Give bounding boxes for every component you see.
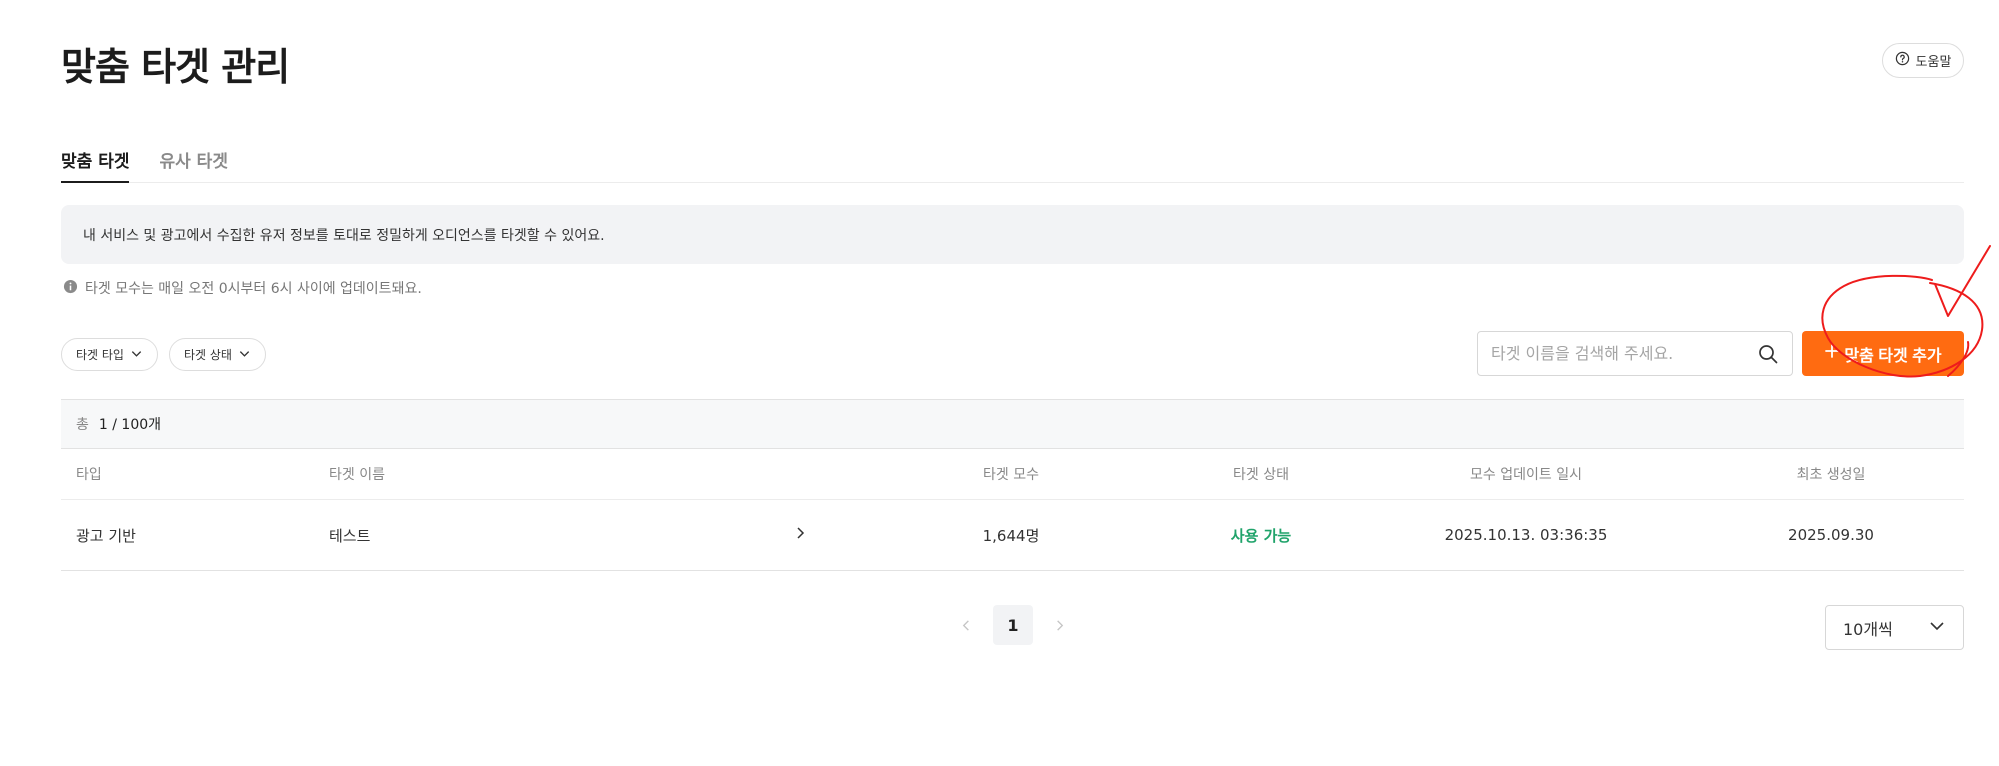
pagination-page-1[interactable]: 1 [993,605,1033,645]
column-header-name: 타겟 이름 [329,467,385,483]
cell-type: 광고 기반 [76,526,136,545]
column-header-updated: 모수 업데이트 일시 [1470,467,1582,483]
target-search-input[interactable] [1478,332,1757,375]
cell-updated: 2025.10.13. 03:36:35 [1444,526,1608,544]
table-header-row: 타입 타겟 이름 타겟 모수 타겟 상태 모수 업데이트 일시 최초 생성일 [61,449,1964,500]
tab-similar-target[interactable]: 유사 타겟 [159,140,227,183]
target-status-filter[interactable]: 타겟 상태 [169,338,266,371]
info-banner: 내 서비스 및 광고에서 수집한 유저 정보를 토대로 정밀하게 오디언스를 타… [61,205,1964,264]
page-title: 맞춤 타겟 관리 [61,45,290,89]
chevron-right-icon [1053,617,1066,636]
help-circle-icon [1895,51,1910,70]
tab-bar: 맞춤 타겟 유사 타겟 [61,140,1964,183]
search-icon[interactable] [1757,343,1779,365]
column-header-created: 최초 생성일 [1796,467,1866,483]
update-notice: 타겟 모수는 매일 오전 0시부터 6시 사이에 업데이트돼요. [63,278,422,298]
page-size-select[interactable]: 10개씩 [1825,605,1964,650]
target-table: 타입 타겟 이름 타겟 모수 타겟 상태 모수 업데이트 일시 최초 생성일 광… [61,449,1964,571]
cell-name: 테스트 [329,526,371,545]
plus-icon [1824,343,1840,364]
tab-custom-target[interactable]: 맞춤 타겟 [61,140,130,183]
page: 맞춤 타겟 관리 도움말 맞춤 타겟 유사 타겟 내 서비스 및 광고에서 수집… [0,0,1999,766]
target-search-box [1477,331,1793,376]
help-button[interactable]: 도움말 [1882,43,1964,78]
column-header-status: 타겟 상태 [1233,467,1289,483]
table-row[interactable]: 광고 기반 테스트 1,644명 사용 가능 2025.10.13. 03:36… [61,500,1964,571]
pagination-prev[interactable] [951,606,981,646]
page-size-value: 10개씩 [1843,619,1893,639]
chevron-left-icon [960,617,973,636]
total-count-bar: 총 1 / 100개 [61,399,1964,449]
update-notice-text: 타겟 모수는 매일 오전 0시부터 6시 사이에 업데이트돼요. [85,281,422,297]
column-header-type: 타입 [76,467,102,483]
row-detail-link[interactable] [785,500,815,570]
add-custom-target-label: 맞춤 타겟 추가 [1844,347,1942,365]
help-button-label: 도움말 [1915,55,1952,70]
cell-created: 2025.09.30 [1788,526,1874,544]
target-status-filter-label: 타겟 상태 [184,348,232,362]
chevron-down-icon [238,347,251,363]
chevron-right-icon [793,526,807,544]
target-type-filter-label: 타겟 타입 [76,348,124,362]
add-custom-target-button[interactable]: 맞춤 타겟 추가 [1802,331,1964,376]
total-label: 총 [76,417,89,433]
info-banner-text: 내 서비스 및 광고에서 수집한 유저 정보를 토대로 정밀하게 오디언스를 타… [83,227,605,244]
chevron-down-icon [1928,617,1946,639]
column-header-count: 타겟 모수 [983,467,1039,483]
cell-status: 사용 가능 [1230,526,1292,545]
cell-count: 1,644명 [982,526,1040,545]
chevron-down-icon [130,347,143,363]
info-icon [63,279,78,298]
target-type-filter[interactable]: 타겟 타입 [61,338,158,371]
total-count: 1 / 100개 [98,417,162,433]
pagination-next[interactable] [1044,606,1074,646]
